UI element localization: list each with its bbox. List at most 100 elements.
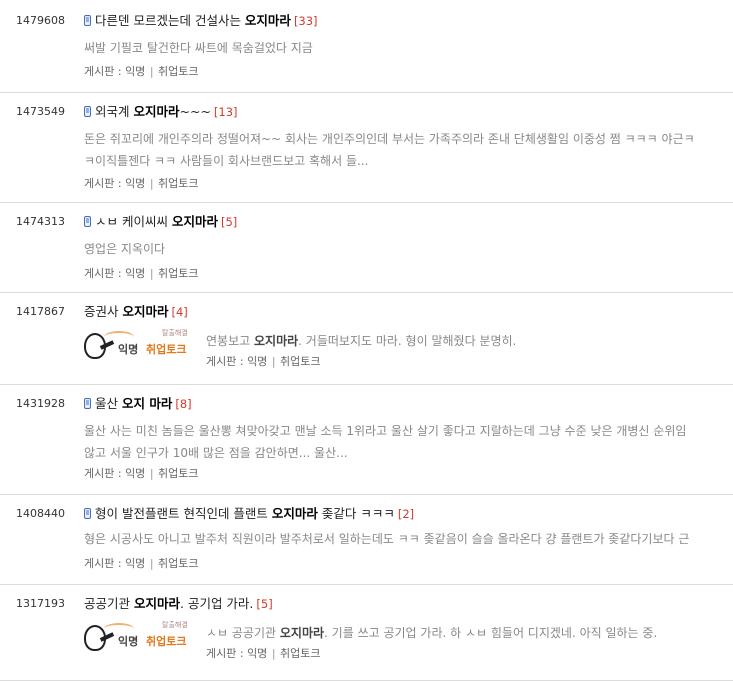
comment-count-badge[interactable]: [13] <box>214 105 238 119</box>
list-item: 1479608 다른덴 모르겠는데 건설사는 오지마라 [33] 써발 기필코 탈건한… <box>0 0 733 93</box>
post-body: 증권사 오지마라 [4] 익명 취업토크 탈출해결 연봉보고 오지마라. 거들떠보지도 마… <box>84 293 733 384</box>
board-name-link[interactable]: 익명 <box>125 467 145 480</box>
board-label: 게시판 : <box>84 267 126 280</box>
meta-separator: | <box>271 647 276 660</box>
title-text: 울산 <box>95 396 122 411</box>
post-body: 형이 발전플랜트 현직인데 플랜트 오지마라 좆같다 ㅋㅋㅋ [2] 형은 시공사도… <box>84 495 733 584</box>
snippet-text: ㅅㅂ 공공기관 <box>206 626 280 640</box>
post-title-link[interactable]: 증권사 오지마라 [4] <box>84 303 188 321</box>
logo-tagline: 탈출해결 <box>162 621 188 629</box>
list-item: 1317193 공공기관 오지마라. 공기업 가라. [5] 익명 취업토크 탈출해결 ㅅㅂ… <box>0 585 733 681</box>
title-keyword: 오지마라 <box>244 13 291 28</box>
post-id: 1408440 <box>16 507 65 520</box>
title-keyword: 오지 마라 <box>121 396 173 411</box>
title-text-suffix: ~~~ <box>179 104 211 119</box>
snippet-text: 울산 사는 미친 놈들은 울산뽕 쳐맞아갖고 맨날 소득 1위라고 울산 살기 … <box>84 424 687 438</box>
category-link[interactable]: 취업토크 <box>158 65 198 78</box>
board-label: 게시판 : <box>84 65 126 78</box>
post-body: ㅅㅂ 케이씨씨 오지마라 [5] 영업은 지옥이다게시판 : 익명 | 취업토크 <box>84 203 733 292</box>
post-title-link[interactable]: 울산 오지 마라 [8] <box>84 395 192 413</box>
title-text: 형이 발전플랜트 현직인데 플랜트 <box>95 506 272 521</box>
board-name-link[interactable]: 익명 <box>125 267 145 280</box>
post-meta: 게시판 : 익명 | 취업토크 <box>206 645 321 661</box>
title-text: ㅅㅂ 케이씨씨 <box>95 214 172 229</box>
post-id: 1473549 <box>16 105 65 118</box>
comment-count-badge[interactable]: [33] <box>294 14 318 28</box>
meta-separator: | <box>149 467 154 480</box>
list-item: 1408440 형이 발전플랜트 현직인데 플랜트 오지마라 좆같다 ㅋㅋㅋ [2]… <box>0 495 733 585</box>
title-text: 증권사 <box>84 304 123 319</box>
snippet-text: 돈은 쥐꼬리에 개인주의라 정떨어져~~ 회사는 개인주의인데 부서는 가족주의… <box>84 132 695 146</box>
post-title-link[interactable]: 공공기관 오지마라. 공기업 가라. [5] <box>84 595 273 613</box>
post-id: 1474313 <box>16 215 65 228</box>
category-link[interactable]: 취업토크 <box>158 267 198 280</box>
comment-count-badge[interactable]: [5] <box>221 215 237 229</box>
title-keyword: 오지마라 <box>271 506 318 521</box>
post-body: 다른덴 모르겠는데 건설사는 오지마라 [33] 써발 기필코 탈건한다 싸트에 목… <box>84 0 733 92</box>
mobile-phone-icon <box>84 216 91 227</box>
thumbnail-logo: 익명 취업토크 탈출해결 <box>84 619 192 655</box>
meta-separator: | <box>149 557 154 570</box>
snippet-text: 영업은 지옥이다 <box>84 242 166 256</box>
mobile-phone-icon <box>84 398 91 409</box>
post-meta: 게시판 : 익명 | 취업토크 <box>84 465 199 481</box>
category-link[interactable]: 취업토크 <box>280 355 320 368</box>
post-body: 공공기관 오지마라. 공기업 가라. [5] 익명 취업토크 탈출해결 ㅅㅂ 공공기관 오… <box>84 585 733 680</box>
post-id: 1417867 <box>16 305 65 318</box>
post-snippet: 써발 기필코 탈건한다 싸트에 목숨걸었다 지금 <box>84 38 733 59</box>
comment-count-badge[interactable]: [4] <box>172 305 188 319</box>
post-title-link[interactable]: ㅅㅂ 케이씨씨 오지마라 [5] <box>84 213 237 231</box>
category-link[interactable]: 취업토크 <box>158 467 198 480</box>
title-text-suffix: . 공기업 가라. <box>180 596 254 611</box>
logo-word-job-talk: 취업토크 <box>146 635 187 648</box>
snippet-keyword: 오지마라 <box>279 626 325 640</box>
post-meta: 게시판 : 익명 | 취업토크 <box>84 175 199 191</box>
post-meta: 게시판 : 익명 | 취업토크 <box>84 63 199 79</box>
list-item: 1474313 ㅅㅂ 케이씨씨 오지마라 [5] 영업은 지옥이다게시판 : 익명 |… <box>0 203 733 293</box>
post-meta: 게시판 : 익명 | 취업토크 <box>206 353 321 369</box>
post-thumbnail[interactable]: 익명 취업토크 탈출해결 <box>84 327 192 363</box>
post-snippet: 영업은 지옥이다 <box>84 239 733 260</box>
mobile-phone-icon <box>84 106 91 117</box>
list-item: 1417867 증권사 오지마라 [4] 익명 취업토크 탈출해결 연봉보고 오지마라. 거… <box>0 293 733 385</box>
post-snippet: ㅅㅂ 공공기관 오지마라. 기를 쓰고 공기업 가라. 하 ㅅㅂ 힘들어 디지겠… <box>206 623 733 644</box>
board-name-link[interactable]: 익명 <box>125 557 145 570</box>
snippet-text: 연봉보고 <box>206 334 254 348</box>
post-title-link[interactable]: 다른덴 모르겠는데 건설사는 오지마라 [33] <box>84 12 318 30</box>
logo-word-anonymous: 익명 <box>118 635 139 648</box>
board-name-link[interactable]: 익명 <box>247 647 267 660</box>
post-list: 1479608 다른덴 모르겠는데 건설사는 오지마라 [33] 써발 기필코 탈건한… <box>0 0 733 681</box>
post-snippet: 형은 시공사도 아니고 발주처 직원이라 발주처로서 일하는데도 ㅋㅋ 좆같음이… <box>84 529 733 550</box>
board-name-link[interactable]: 익명 <box>125 65 145 78</box>
snippet-text: 형은 시공사도 아니고 발주처 직원이라 발주처로서 일하는데도 ㅋㅋ 좆같음이… <box>84 532 690 546</box>
board-name-link[interactable]: 익명 <box>125 177 145 190</box>
meta-separator: | <box>149 65 154 78</box>
comment-count-badge[interactable]: [2] <box>398 507 414 521</box>
meta-separator: | <box>271 355 276 368</box>
mobile-phone-icon <box>84 508 91 519</box>
post-body: 울산 오지 마라 [8] 울산 사는 미친 놈들은 울산뽕 쳐맞아갖고 맨날 소득 … <box>84 385 733 494</box>
board-name-link[interactable]: 익명 <box>247 355 267 368</box>
post-snippet-continued: ㅋ이직틀젠다 ㅋㅋ 사람들이 회사브랜드보고 혹해서 들... <box>84 154 369 168</box>
mobile-phone-icon <box>84 15 91 26</box>
category-link[interactable]: 취업토크 <box>158 557 198 570</box>
logo-word-job-talk: 취업토크 <box>146 343 187 356</box>
title-keyword: 오지마라 <box>122 304 169 319</box>
comment-count-badge[interactable]: [8] <box>175 397 191 411</box>
post-meta: 게시판 : 익명 | 취업토크 <box>84 555 199 571</box>
title-text-suffix: 좆같다 ㅋㅋㅋ <box>317 506 395 521</box>
post-title-link[interactable]: 형이 발전플랜트 현직인데 플랜트 오지마라 좆같다 ㅋㅋㅋ [2] <box>84 505 414 523</box>
comment-count-badge[interactable]: [5] <box>256 597 272 611</box>
board-label: 게시판 : <box>206 647 248 660</box>
post-snippet: 울산 사는 미친 놈들은 울산뽕 쳐맞아갖고 맨날 소득 1위라고 울산 살기 … <box>84 421 733 442</box>
title-text: 공공기관 <box>84 596 134 611</box>
board-label: 게시판 : <box>84 557 126 570</box>
post-snippet: 돈은 쥐꼬리에 개인주의라 정떨어져~~ 회사는 개인주의인데 부서는 가족주의… <box>84 129 733 150</box>
category-link[interactable]: 취업토크 <box>280 647 320 660</box>
category-link[interactable]: 취업토크 <box>158 177 198 190</box>
post-snippet-continued: 않고 서울 인구가 10배 많은 점을 감안하면... 울산... <box>84 446 348 460</box>
post-thumbnail[interactable]: 익명 취업토크 탈출해결 <box>84 619 192 655</box>
post-meta: 게시판 : 익명 | 취업토크 <box>84 265 199 281</box>
post-title-link[interactable]: 외국계 오지마라~~~ [13] <box>84 103 238 121</box>
title-text: 다른덴 모르겠는데 건설사는 <box>95 13 245 28</box>
